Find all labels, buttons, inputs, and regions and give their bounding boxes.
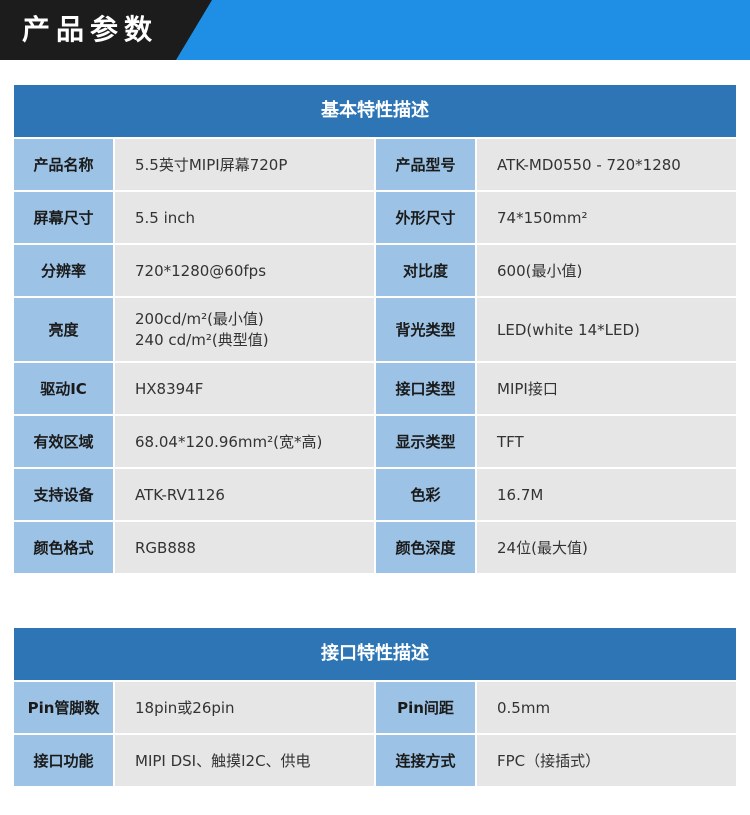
table-row: 亮度 200cd/m²(最小值) 240 cd/m²(典型值) 背光类型 LED…: [14, 298, 736, 361]
table-row: 驱动IC HX8394F 接口类型 MIPI接口: [14, 363, 736, 414]
spec-value: RGB888: [115, 522, 374, 573]
table-row: 有效区域 68.04*120.96mm²(宽*高) 显示类型 TFT: [14, 416, 736, 467]
spec-label: 驱动IC: [14, 363, 113, 414]
spec-label: 色彩: [376, 469, 475, 520]
spec-label: 屏幕尺寸: [14, 192, 113, 243]
spec-label: 外形尺寸: [376, 192, 475, 243]
spec-label: 产品名称: [14, 139, 113, 190]
spec-value: MIPI DSI、触摸I2C、供电: [115, 735, 374, 786]
spec-value: 600(最小值): [477, 245, 736, 296]
spec-value: 200cd/m²(最小值) 240 cd/m²(典型值): [115, 298, 374, 361]
spec-value: LED(white 14*LED): [477, 298, 736, 361]
table-row: 屏幕尺寸 5.5 inch 外形尺寸 74*150mm²: [14, 192, 736, 243]
spec-value: FPC（接插式）: [477, 735, 736, 786]
spec-value: 720*1280@60fps: [115, 245, 374, 296]
spec-value: 16.7M: [477, 469, 736, 520]
table-row: 支持设备 ATK-RV1126 色彩 16.7M: [14, 469, 736, 520]
spec-value: 18pin或26pin: [115, 682, 374, 733]
table-row: 分辨率 720*1280@60fps 对比度 600(最小值): [14, 245, 736, 296]
spec-value: ATK-MD0550 - 720*1280: [477, 139, 736, 190]
spec-value-line: 240 cd/m²(典型值): [135, 330, 269, 349]
spec-value-line: 200cd/m²(最小值): [135, 309, 264, 328]
spec-label: 有效区域: [14, 416, 113, 467]
banner: 产品参数: [0, 0, 750, 60]
spec-label: 颜色格式: [14, 522, 113, 573]
spec-label: 亮度: [14, 298, 113, 361]
table-row: 产品名称 5.5英寸MIPI屏幕720P 产品型号 ATK-MD0550 - 7…: [14, 139, 736, 190]
table-row: Pin管脚数 18pin或26pin Pin间距 0.5mm: [14, 682, 736, 733]
spec-label: 产品型号: [376, 139, 475, 190]
spec-label: 分辨率: [14, 245, 113, 296]
banner-title: 产品参数: [22, 13, 159, 46]
spec-value: 5.5 inch: [115, 192, 374, 243]
spec-value: MIPI接口: [477, 363, 736, 414]
spec-label: 对比度: [376, 245, 475, 296]
spec-label: 显示类型: [376, 416, 475, 467]
spec-label: 背光类型: [376, 298, 475, 361]
table-row: 接口功能 MIPI DSI、触摸I2C、供电 连接方式 FPC（接插式）: [14, 735, 736, 786]
basic-section-header: 基本特性描述: [14, 85, 736, 137]
spec-label: 连接方式: [376, 735, 475, 786]
spec-label: Pin管脚数: [14, 682, 113, 733]
spec-value: 5.5英寸MIPI屏幕720P: [115, 139, 374, 190]
spec-label: Pin间距: [376, 682, 475, 733]
spec-label: 支持设备: [14, 469, 113, 520]
spec-label: 接口功能: [14, 735, 113, 786]
table-row: 颜色格式 RGB888 颜色深度 24位(最大值): [14, 522, 736, 573]
spec-label: 颜色深度: [376, 522, 475, 573]
spec-value: TFT: [477, 416, 736, 467]
spec-value: 68.04*120.96mm²(宽*高): [115, 416, 374, 467]
spec-value: 0.5mm: [477, 682, 736, 733]
spec-value: 24位(最大值): [477, 522, 736, 573]
interface-section-header: 接口特性描述: [14, 628, 736, 680]
spec-value: HX8394F: [115, 363, 374, 414]
spec-value: 74*150mm²: [477, 192, 736, 243]
spec-value: ATK-RV1126: [115, 469, 374, 520]
spec-label: 接口类型: [376, 363, 475, 414]
